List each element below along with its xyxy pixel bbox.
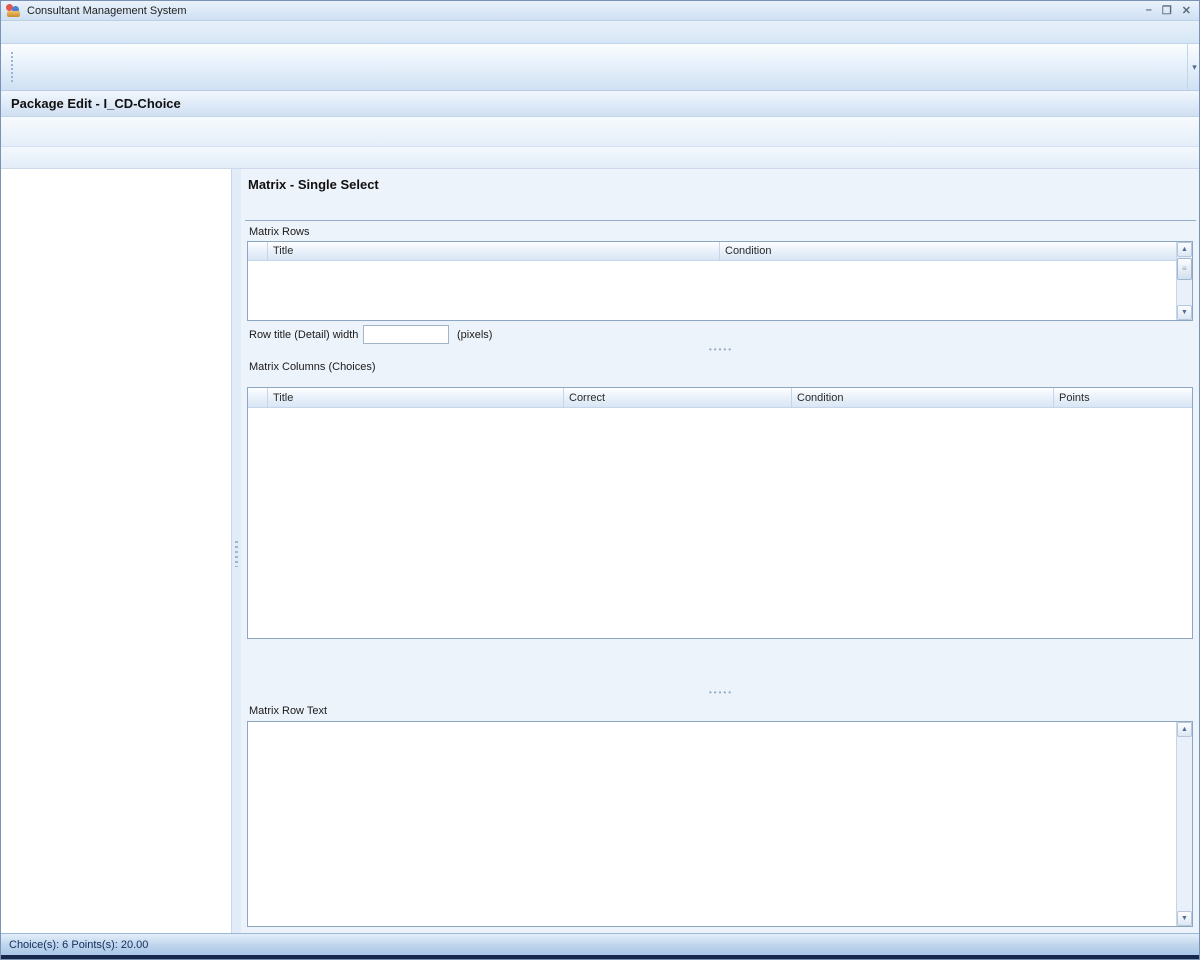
- horizontal-splitter[interactable]: •••••: [241, 345, 1200, 354]
- scroll-thumb[interactable]: [1177, 258, 1192, 280]
- app-logo-icon: [6, 4, 22, 18]
- matrix-columns-label: Matrix Columns (Choices): [249, 361, 376, 373]
- scroll-up-icon[interactable]: ▲: [1177, 722, 1192, 737]
- item-editor-panel: Matrix - Single Select Matrix Rows Title…: [241, 169, 1200, 933]
- app-window: Consultant Management System – ❐ ✕ ▾ Pac…: [0, 0, 1200, 960]
- toolbar-grip[interactable]: [11, 52, 16, 82]
- matrix-columns-table: Title Correct Condition Points: [247, 387, 1193, 639]
- matrix-rows-label: Matrix Rows: [249, 226, 310, 238]
- matrix-rows-col-condition[interactable]: Condition: [720, 242, 1178, 260]
- main-toolbar: ▾: [1, 44, 1200, 91]
- matrix-row-text-area[interactable]: ▲ ▼: [247, 721, 1193, 927]
- taskbar-strip: [1, 955, 1200, 960]
- scroll-down-icon[interactable]: ▼: [1177, 911, 1192, 926]
- menu-bar: [1, 21, 1200, 44]
- status-text: Choice(s): 6 Points(s): 20.00: [9, 939, 148, 951]
- pixels-label: (pixels): [457, 329, 492, 341]
- matrix-row-text-scrollbar[interactable]: ▲ ▼: [1176, 722, 1192, 926]
- close-button[interactable]: ✕: [1182, 4, 1191, 17]
- vertical-splitter[interactable]: [232, 169, 241, 933]
- horizontal-splitter[interactable]: •••••: [241, 688, 1200, 697]
- scroll-down-icon[interactable]: ▼: [1177, 305, 1192, 320]
- edit-toolbar: [1, 117, 1200, 147]
- matrix-rows-scrollbar[interactable]: ▲ ▼: [1176, 242, 1192, 320]
- matrix-rows-table: Title Condition ▲ ▼: [247, 241, 1193, 321]
- matrix-cols-col-title[interactable]: Title: [268, 388, 564, 407]
- matrix-cols-col-condition[interactable]: Condition: [792, 388, 1054, 407]
- restore-button[interactable]: ❐: [1162, 4, 1172, 17]
- matrix-row-text-label: Matrix Row Text: [249, 705, 327, 717]
- row-title-width-label: Row title (Detail) width: [249, 329, 358, 341]
- status-bar: Choice(s): 6 Points(s): 20.00: [1, 933, 1200, 955]
- scroll-up-icon[interactable]: ▲: [1177, 242, 1192, 257]
- minimize-button[interactable]: –: [1146, 4, 1152, 17]
- toolbar-overflow-chevron-icon[interactable]: ▾: [1187, 44, 1200, 90]
- format-toolbar: [1, 147, 1200, 169]
- matrix-cols-col-correct[interactable]: Correct: [564, 388, 792, 407]
- row-title-width-input[interactable]: [363, 325, 449, 344]
- package-edit-header: Package Edit - I_CD-Choice: [1, 91, 1200, 117]
- window-title: Consultant Management System: [27, 5, 187, 17]
- package-tree: [1, 169, 232, 933]
- matrix-rows-col-title[interactable]: Title: [268, 242, 720, 260]
- matrix-cols-col-points[interactable]: Points: [1054, 388, 1192, 407]
- editor-heading: Matrix - Single Select: [248, 177, 379, 192]
- title-bar: Consultant Management System – ❐ ✕: [1, 1, 1200, 21]
- package-edit-title: Package Edit - I_CD-Choice: [11, 96, 181, 111]
